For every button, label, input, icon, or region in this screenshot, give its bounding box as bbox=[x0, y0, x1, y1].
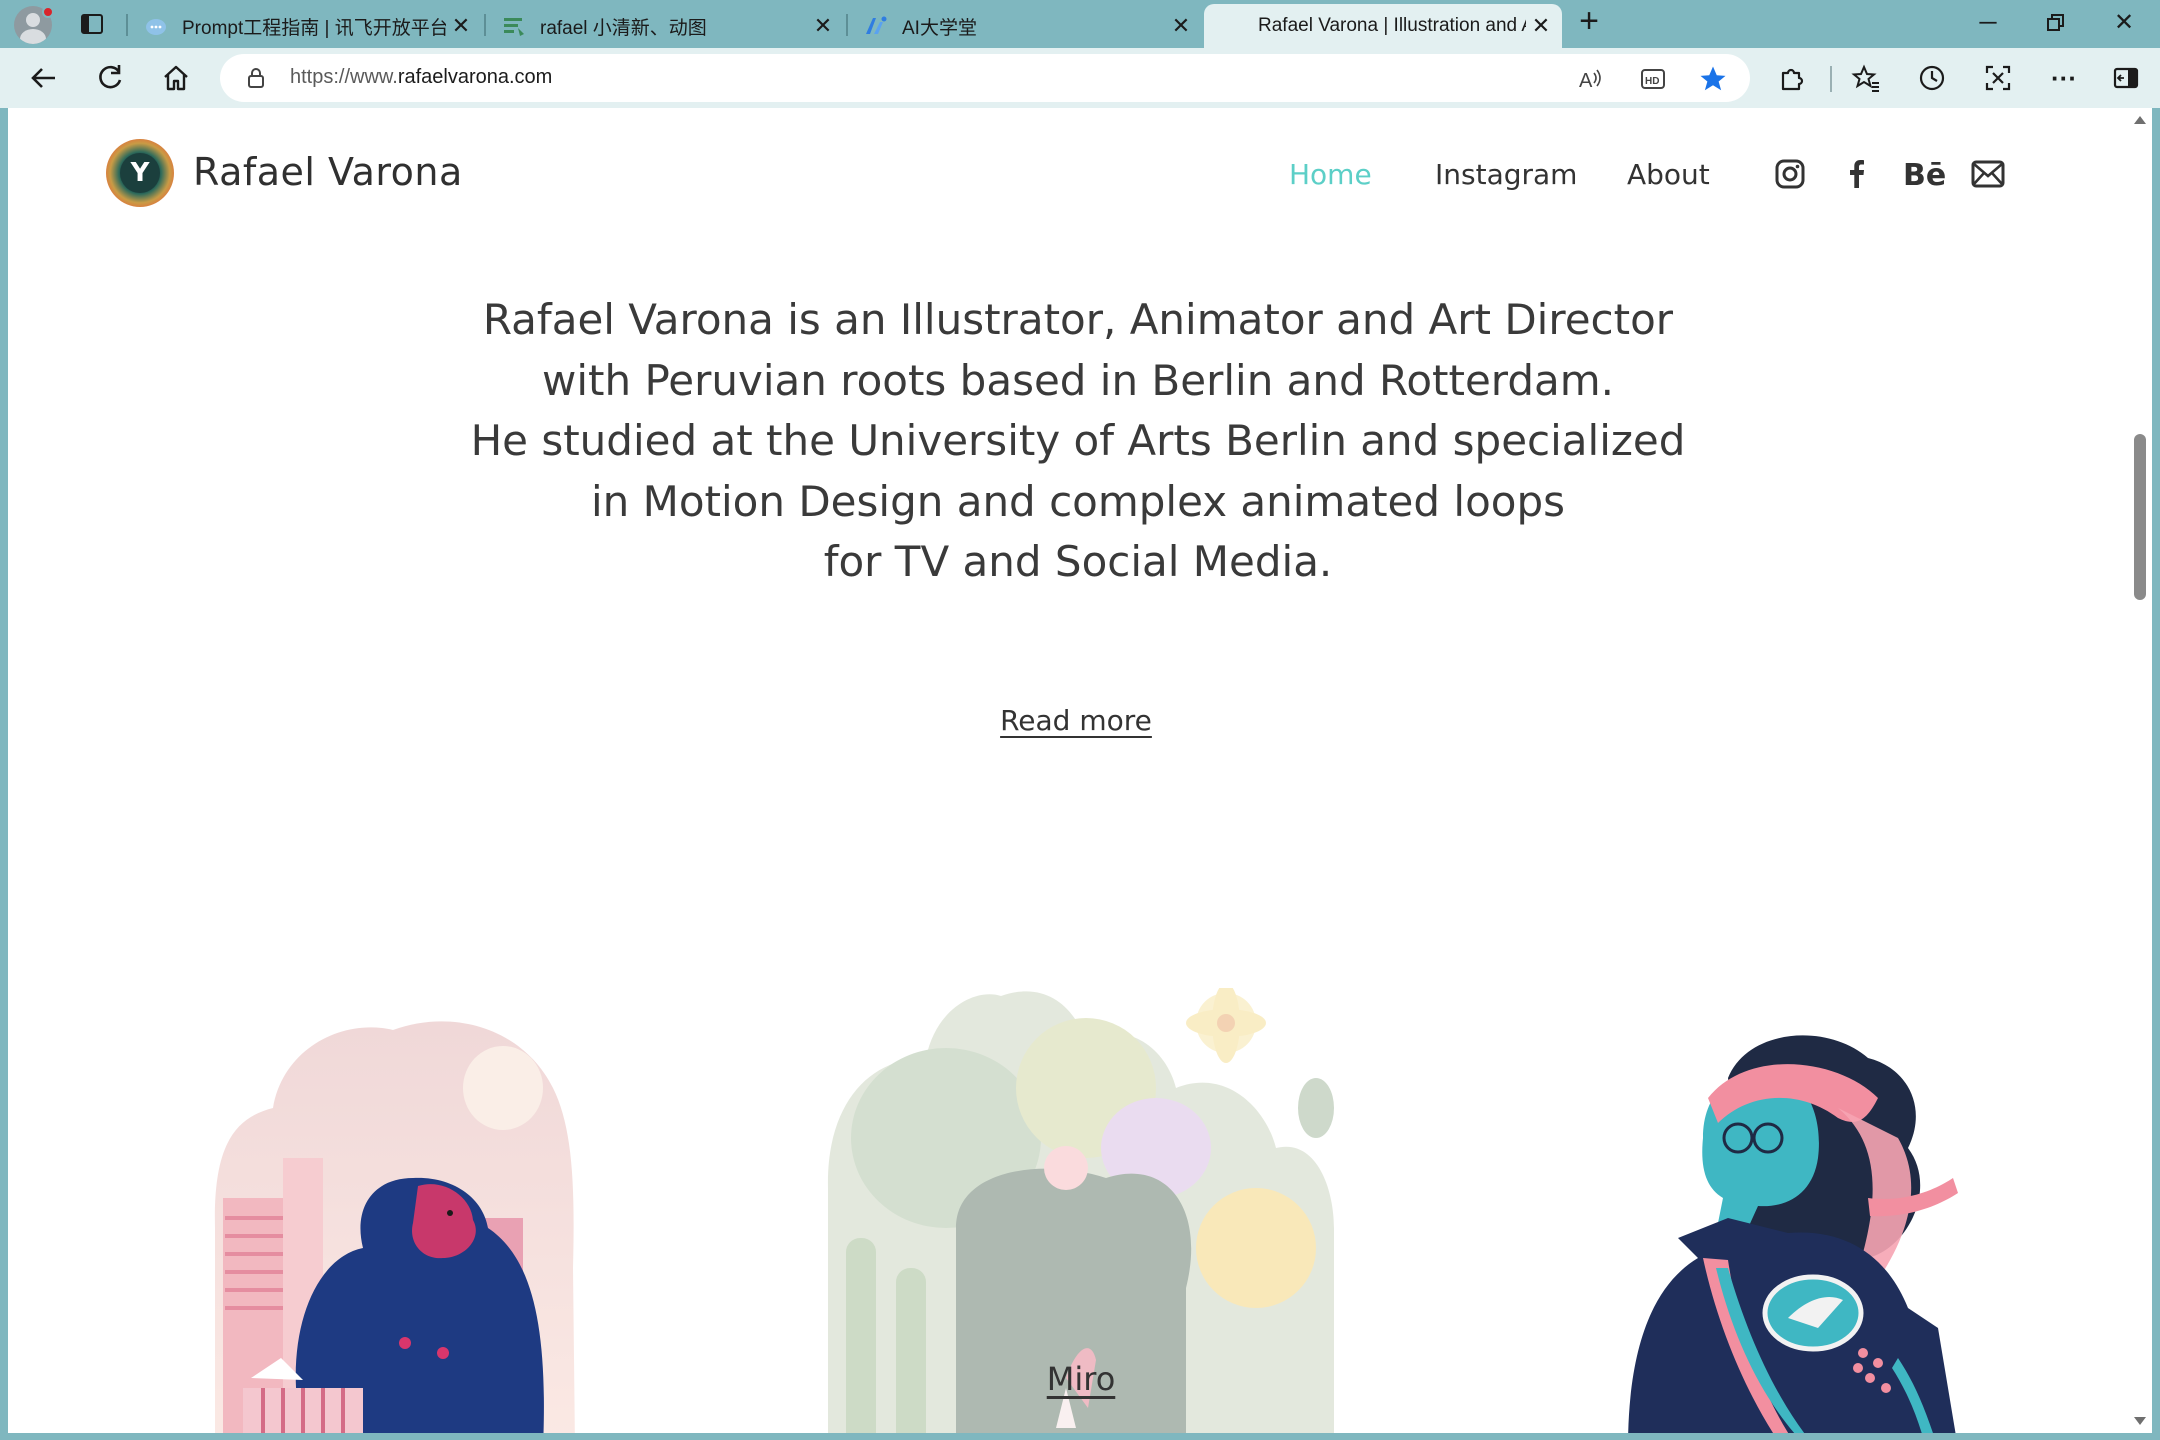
intro-line: with Peruvian roots based in Berlin and … bbox=[541, 355, 1614, 405]
browser-toolbar: https://www.rafaelvarona.com A HD ··· bbox=[0, 48, 2160, 108]
screenshot-icon[interactable] bbox=[1976, 56, 2020, 100]
tab-title: Prompt工程指南 | 讯飞开放平台 bbox=[182, 17, 446, 39]
tab-title: Rafael Varona | Illustration and Animati… bbox=[1258, 15, 1526, 36]
svg-text:Bē: Bē bbox=[1903, 158, 1946, 190]
cloud-chat-icon bbox=[146, 19, 166, 35]
toolbar-separator bbox=[1830, 66, 1832, 92]
minimize-icon[interactable]: ─ bbox=[1968, 8, 2008, 40]
nav-about[interactable]: About bbox=[1627, 158, 1710, 191]
facebook-icon[interactable] bbox=[1838, 156, 1874, 192]
tab-close-icon[interactable]: ✕ bbox=[1526, 13, 1556, 39]
more-options-icon[interactable]: ··· bbox=[2042, 56, 2086, 100]
extensions-icon[interactable] bbox=[1770, 56, 1814, 100]
notification-dot bbox=[42, 6, 54, 18]
behance-icon[interactable]: Bē bbox=[1902, 156, 1948, 192]
tab-close-icon[interactable]: ✕ bbox=[446, 13, 476, 39]
intro-line: Rafael Varona is an Illustrator, Animato… bbox=[482, 295, 1674, 344]
gallery-card-gorilla[interactable] bbox=[203, 1008, 583, 1433]
close-window-icon[interactable]: ✕ bbox=[2104, 8, 2144, 40]
gallery-card-woman[interactable] bbox=[1608, 1028, 1988, 1433]
scroll-thumb[interactable] bbox=[2134, 434, 2146, 600]
url-text[interactable]: https://www.rafaelvarona.com bbox=[290, 66, 552, 89]
tab-close-icon[interactable]: ✕ bbox=[1166, 13, 1196, 39]
gallery-caption-miro: Miro bbox=[826, 1360, 1336, 1398]
tab-ai-school[interactable]: AI大学堂 ✕ bbox=[848, 4, 1202, 48]
page-viewport: Y Rafael Varona Home Instagram About Bē … bbox=[8, 108, 2152, 1433]
home-icon[interactable] bbox=[154, 56, 198, 100]
intro-line: He studied at the University of Arts Ber… bbox=[470, 416, 1686, 465]
instagram-icon[interactable] bbox=[1772, 156, 1808, 192]
text-lines-icon bbox=[504, 18, 524, 36]
new-tab-icon[interactable]: + bbox=[1572, 4, 1606, 40]
mail-icon[interactable] bbox=[1970, 156, 2006, 192]
refresh-icon[interactable] bbox=[88, 56, 132, 100]
tab-rafael-search[interactable]: rafael 小清新、动图 ✕ bbox=[486, 4, 844, 48]
gorilla-illustration bbox=[214, 1021, 575, 1433]
tab-actions-icon[interactable] bbox=[78, 10, 106, 38]
tab-title: AI大学堂 bbox=[902, 17, 977, 39]
favorite-star-icon[interactable] bbox=[1696, 62, 1730, 96]
tab-prompt-guide[interactable]: Prompt工程指南 | 讯飞开放平台 ✕ bbox=[128, 4, 482, 48]
svg-text:HD: HD bbox=[1645, 76, 1659, 87]
hd-icon[interactable]: HD bbox=[1636, 62, 1670, 96]
nav-home[interactable]: Home bbox=[1289, 158, 1372, 191]
svg-text:A: A bbox=[1579, 70, 1593, 92]
logo-letter: Y bbox=[120, 153, 160, 193]
intro-text: Rafael Varona is an Illustrator, Animato… bbox=[468, 290, 1688, 593]
read-more-link[interactable]: Read more bbox=[1000, 704, 1152, 737]
lock-icon[interactable] bbox=[244, 66, 268, 90]
site-logo[interactable]: Y bbox=[106, 139, 174, 207]
back-icon[interactable] bbox=[22, 56, 66, 100]
nav-instagram[interactable]: Instagram bbox=[1435, 158, 1577, 191]
ai-school-icon bbox=[866, 16, 887, 34]
scroll-up-arrow-icon[interactable] bbox=[2134, 116, 2146, 124]
read-more-container: Read more bbox=[8, 704, 2144, 737]
gallery-link-miro[interactable]: Miro bbox=[1047, 1360, 1116, 1398]
woman-illustration bbox=[1628, 1035, 1958, 1433]
tab-close-icon[interactable]: ✕ bbox=[808, 13, 838, 39]
history-icon[interactable] bbox=[1910, 56, 1954, 100]
site-title[interactable]: Rafael Varona bbox=[193, 150, 463, 194]
read-aloud-icon[interactable]: A bbox=[1574, 62, 1608, 96]
scroll-down-arrow-icon[interactable] bbox=[2134, 1417, 2146, 1425]
intro-line: for TV and Social Media. bbox=[823, 537, 1333, 586]
restore-icon[interactable] bbox=[2036, 8, 2076, 40]
intro-line: in Motion Design and complex animated lo… bbox=[590, 476, 1566, 526]
page-scrollbar[interactable] bbox=[2128, 108, 2152, 1433]
address-bar[interactable]: https://www.rafaelvarona.com A HD bbox=[220, 54, 1750, 102]
tab-rafael-varona[interactable]: Rafael Varona | Illustration and Animati… bbox=[1204, 4, 1562, 48]
gallery-card-miro[interactable]: Miro bbox=[826, 983, 1336, 1433]
sidebar-toggle-icon[interactable] bbox=[2104, 56, 2148, 100]
tab-strip: Prompt工程指南 | 讯飞开放平台 ✕ rafael 小清新、动图 ✕ AI… bbox=[0, 0, 2160, 48]
tab-title: rafael 小清新、动图 bbox=[540, 17, 707, 39]
favorites-icon[interactable] bbox=[1844, 56, 1888, 100]
